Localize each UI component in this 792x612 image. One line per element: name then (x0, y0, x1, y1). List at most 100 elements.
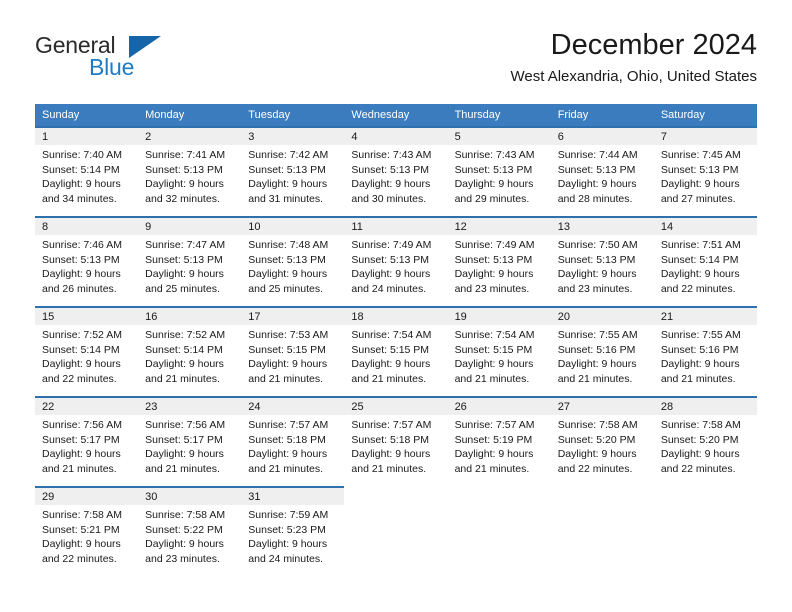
weekday-header-tuesday: Tuesday (241, 104, 345, 126)
sunset-text: Sunset: 5:19 PM (454, 433, 533, 446)
day-cell-inner[interactable]: 19 Sunrise: 7:54 AM Sunset: 5:15 PM Dayligh… (447, 306, 551, 396)
daylight-text-line2: and 22 minutes. (557, 462, 633, 475)
day-cell-inner[interactable]: 15 Sunrise: 7:52 AM Sunset: 5:14 PM Dayligh… (35, 306, 139, 396)
calendar-day-cell: 9 Sunrise: 7:47 AM Sunset: 5:13 PM Daylight… (138, 216, 242, 306)
day-cell-inner[interactable]: 6 Sunrise: 7:44 AM Sunset: 5:13 PM Daylight… (550, 126, 654, 216)
calendar-day-cell: 10 Sunrise: 7:48 AM Sunset: 5:13 PM Dayligh… (241, 216, 345, 306)
sunset-text: Sunset: 5:13 PM (351, 253, 430, 266)
day-cell-inner[interactable]: 5 Sunrise: 7:43 AM Sunset: 5:13 PM Daylight… (447, 126, 551, 216)
day-cell-inner[interactable]: 11 Sunrise: 7:49 AM Sunset: 5:13 PM Dayligh… (344, 216, 448, 306)
sunrise-text: Sunrise: 7:44 AM (557, 149, 638, 161)
day-cell-inner[interactable]: 4 Sunrise: 7:43 AM Sunset: 5:13 PM Daylight… (344, 126, 448, 216)
day-cell-inner[interactable]: 2 Sunrise: 7:41 AM Sunset: 5:13 PM Daylight… (138, 126, 242, 216)
day-cell-inner[interactable]: 30 Sunrise: 7:58 AM Sunset: 5:22 PM Dayligh… (138, 486, 242, 576)
daylight-text-line2: and 24 minutes. (351, 282, 427, 295)
daylight-text-line1: Daylight: 9 hours (42, 178, 121, 190)
calendar-day-cell: 29 Sunrise: 7:58 AM Sunset: 5:21 PM Dayligh… (35, 486, 139, 576)
day-details: Sunrise: 7:57 AM Sunset: 5:19 PM Daylight:… (448, 415, 551, 476)
day-cell-inner[interactable]: 20 Sunrise: 7:55 AM Sunset: 5:16 PM Dayligh… (550, 306, 654, 396)
daylight-text-line2: and 31 minutes. (248, 192, 323, 205)
daylight-text-line2: and 21 minutes. (351, 462, 427, 475)
day-number: 5 (447, 128, 551, 145)
calendar-week-row: 1 Sunrise: 7:40 AM Sunset: 5:14 PM Daylight… (35, 126, 757, 216)
calendar-cell-empty (448, 486, 551, 576)
calendar-page: General Blue December 2024 West Alexandr… (0, 0, 792, 612)
daylight-text-line2: and 21 minutes. (248, 372, 323, 385)
day-details: Sunrise: 7:55 AM Sunset: 5:16 PM Daylight:… (654, 325, 757, 386)
day-cell-inner[interactable]: 21 Sunrise: 7:55 AM Sunset: 5:16 PM Dayligh… (653, 306, 757, 396)
calendar-day-cell: 5 Sunrise: 7:43 AM Sunset: 5:13 PM Daylight… (447, 126, 551, 216)
daylight-text-line1: Daylight: 9 hours (454, 268, 534, 280)
calendar-day-cell: 26 Sunrise: 7:57 AM Sunset: 5:19 PM Dayligh… (447, 396, 551, 486)
daylight-text-line2: and 28 minutes. (557, 192, 633, 205)
sunrise-text: Sunrise: 7:55 AM (557, 329, 638, 341)
calendar-day-cell: 23 Sunrise: 7:56 AM Sunset: 5:17 PM Dayligh… (138, 396, 242, 486)
generalblue-logo[interactable]: General Blue (35, 32, 215, 84)
page-subtitle: West Alexandria, Ohio, United States (510, 68, 757, 85)
page-title: December 2024 (550, 29, 757, 61)
sunrise-text: Sunrise: 7:52 AM (145, 329, 226, 341)
day-number: 3 (241, 128, 345, 145)
sunset-text: Sunset: 5:13 PM (145, 163, 223, 176)
day-cell-inner[interactable]: 27 Sunrise: 7:58 AM Sunset: 5:20 PM Dayligh… (550, 396, 654, 486)
day-cell-inner[interactable]: 29 Sunrise: 7:58 AM Sunset: 5:21 PM Dayligh… (35, 486, 139, 576)
day-cell-inner[interactable]: 23 Sunrise: 7:56 AM Sunset: 5:17 PM Dayligh… (138, 396, 242, 486)
calendar-week-row: 22 Sunrise: 7:56 AM Sunset: 5:17 PM Dayligh… (35, 396, 757, 486)
day-cell-inner[interactable]: 24 Sunrise: 7:57 AM Sunset: 5:18 PM Dayligh… (241, 396, 345, 486)
day-cell-inner[interactable]: 22 Sunrise: 7:56 AM Sunset: 5:17 PM Dayligh… (35, 396, 139, 486)
day-cell-inner[interactable]: 12 Sunrise: 7:49 AM Sunset: 5:13 PM Dayligh… (447, 216, 551, 306)
daylight-text-line1: Daylight: 9 hours (145, 178, 224, 190)
calendar-day-cell: 13 Sunrise: 7:50 AM Sunset: 5:13 PM Dayligh… (550, 216, 654, 306)
calendar-day-cell: 16 Sunrise: 7:52 AM Sunset: 5:14 PM Dayligh… (138, 306, 242, 396)
day-details: Sunrise: 7:47 AM Sunset: 5:13 PM Daylight:… (138, 235, 241, 296)
day-number: 10 (241, 218, 345, 235)
calendar-day-cell: 24 Sunrise: 7:57 AM Sunset: 5:18 PM Dayligh… (241, 396, 345, 486)
calendar-day-cell: 25 Sunrise: 7:57 AM Sunset: 5:18 PM Dayligh… (344, 396, 448, 486)
day-cell-inner[interactable]: 18 Sunrise: 7:54 AM Sunset: 5:15 PM Dayligh… (344, 306, 448, 396)
daylight-text-line1: Daylight: 9 hours (351, 358, 431, 370)
day-cell-inner[interactable]: 26 Sunrise: 7:57 AM Sunset: 5:19 PM Dayligh… (447, 396, 551, 486)
day-cell-inner[interactable]: 13 Sunrise: 7:50 AM Sunset: 5:13 PM Dayligh… (550, 216, 654, 306)
daylight-text-line1: Daylight: 9 hours (557, 448, 637, 460)
sunrise-text: Sunrise: 7:49 AM (351, 239, 432, 251)
day-cell-inner[interactable]: 10 Sunrise: 7:48 AM Sunset: 5:13 PM Dayligh… (241, 216, 345, 306)
daylight-text-line1: Daylight: 9 hours (660, 178, 740, 190)
day-cell-inner[interactable]: 1 Sunrise: 7:40 AM Sunset: 5:14 PM Daylight… (35, 126, 139, 216)
daylight-text-line1: Daylight: 9 hours (557, 178, 637, 190)
day-details: Sunrise: 7:58 AM Sunset: 5:21 PM Daylight:… (35, 505, 138, 566)
calendar-day-cell: 8 Sunrise: 7:46 AM Sunset: 5:13 PM Daylight… (35, 216, 139, 306)
day-cell-inner[interactable]: 9 Sunrise: 7:47 AM Sunset: 5:13 PM Daylight… (138, 216, 242, 306)
calendar-day-cell: 19 Sunrise: 7:54 AM Sunset: 5:15 PM Dayligh… (447, 306, 551, 396)
day-cell-inner[interactable]: 14 Sunrise: 7:51 AM Sunset: 5:14 PM Dayligh… (653, 216, 757, 306)
day-number: 12 (447, 218, 551, 235)
empty-cell-filler (344, 486, 447, 576)
sunset-text: Sunset: 5:13 PM (557, 163, 636, 176)
day-number: 20 (550, 308, 654, 325)
calendar-day-cell: 4 Sunrise: 7:43 AM Sunset: 5:13 PM Daylight… (344, 126, 448, 216)
day-number: 19 (447, 308, 551, 325)
daylight-text-line2: and 21 minutes. (145, 372, 220, 385)
sunrise-text: Sunrise: 7:48 AM (248, 239, 329, 251)
day-cell-inner[interactable]: 16 Sunrise: 7:52 AM Sunset: 5:14 PM Dayligh… (138, 306, 242, 396)
day-cell-inner[interactable]: 28 Sunrise: 7:58 AM Sunset: 5:20 PM Dayligh… (653, 396, 757, 486)
sunrise-text: Sunrise: 7:53 AM (248, 329, 329, 341)
day-cell-inner[interactable]: 3 Sunrise: 7:42 AM Sunset: 5:13 PM Daylight… (241, 126, 345, 216)
calendar-day-cell: 22 Sunrise: 7:56 AM Sunset: 5:17 PM Dayligh… (35, 396, 139, 486)
day-cell-inner[interactable]: 25 Sunrise: 7:57 AM Sunset: 5:18 PM Dayligh… (344, 396, 448, 486)
calendar-day-cell: 18 Sunrise: 7:54 AM Sunset: 5:15 PM Dayligh… (344, 306, 448, 396)
daylight-text-line2: and 23 minutes. (145, 552, 220, 565)
calendar-week-row: 8 Sunrise: 7:46 AM Sunset: 5:13 PM Daylight… (35, 216, 757, 306)
daylight-text-line2: and 21 minutes. (248, 462, 323, 475)
day-details: Sunrise: 7:52 AM Sunset: 5:14 PM Daylight:… (138, 325, 241, 386)
day-cell-inner[interactable]: 17 Sunrise: 7:53 AM Sunset: 5:15 PM Dayligh… (241, 306, 345, 396)
daylight-text-line2: and 21 minutes. (351, 372, 427, 385)
calendar-cell-empty (344, 486, 447, 576)
sunrise-text: Sunrise: 7:41 AM (145, 149, 226, 161)
day-cell-inner[interactable]: 31 Sunrise: 7:59 AM Sunset: 5:23 PM Dayligh… (241, 486, 345, 576)
day-number: 28 (653, 398, 757, 415)
day-number: 7 (653, 128, 757, 145)
day-cell-inner[interactable]: 7 Sunrise: 7:45 AM Sunset: 5:13 PM Daylight… (653, 126, 757, 216)
day-number: 16 (138, 308, 242, 325)
daylight-text-line1: Daylight: 9 hours (248, 538, 328, 550)
day-cell-inner[interactable]: 8 Sunrise: 7:46 AM Sunset: 5:13 PM Daylight… (35, 216, 139, 306)
